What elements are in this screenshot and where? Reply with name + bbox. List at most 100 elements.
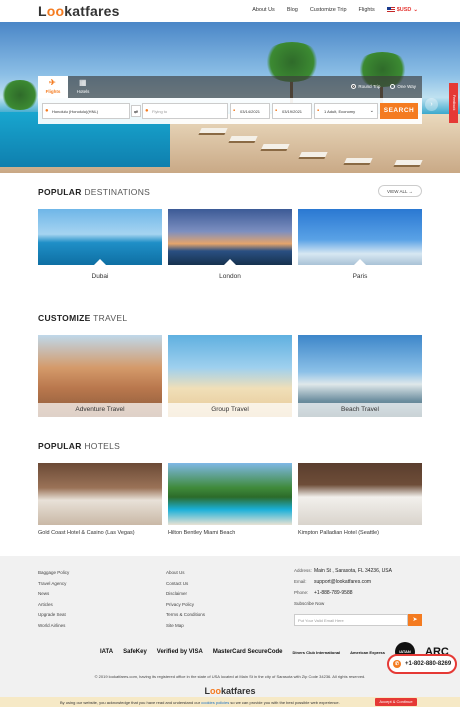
title-bold: POPULAR <box>38 187 82 197</box>
flight-search-form: ● Honolulu (Honolulu)(HNL) ⇄ ● Flying to… <box>38 98 422 124</box>
tab-flights-label: Flights <box>45 89 61 94</box>
feedback-tab[interactable]: Feedback <box>449 83 458 123</box>
footer-link[interactable]: Terms & Conditions <box>166 610 205 621</box>
destination-caption[interactable]: Paris <box>298 273 422 280</box>
customize-caption[interactable]: Adventure Travel <box>38 403 162 417</box>
header: Lookatfares About Us Blog Customize Trip… <box>0 0 460 22</box>
logo-o: oo <box>46 3 65 19</box>
one-way-label: One Way <box>397 84 416 89</box>
round-trip-label: Round Trip <box>358 84 381 89</box>
destination-card-dubai[interactable] <box>38 209 162 265</box>
iata-logo: IATA <box>100 649 114 655</box>
depart-date-field[interactable]: ▪ 03/14/2021 <box>230 103 270 119</box>
one-way-option[interactable]: One Way <box>390 84 416 90</box>
footer-links-col2: About Us Contact Us Disclaimer Privacy P… <box>166 568 205 631</box>
hotel-caption[interactable]: Kimpton Palladian Hotel (Seattle) <box>298 530 379 536</box>
title-bold: POPULAR <box>38 441 82 451</box>
footer-link[interactable]: Site Map <box>166 621 205 632</box>
subscribe-email-input[interactable]: Put Your Valid Email Here <box>294 614 408 626</box>
tab-flights[interactable]: ✈ Flights <box>38 76 68 98</box>
section-title-customize: CUSTOMIZE TRAVEL <box>38 313 127 323</box>
hotel-caption[interactable]: Hilton Bentley Miami Beach <box>168 530 235 536</box>
footer: Baggage Policy Travel Agency News Articl… <box>0 556 460 697</box>
view-all-label: VIEW ALL <box>386 189 408 194</box>
email-value[interactable]: support@lookatfares.com <box>314 579 371 585</box>
card-notch <box>94 259 106 265</box>
footer-link[interactable]: About Us <box>166 568 205 579</box>
view-all-button[interactable]: VIEW ALL → <box>378 185 422 197</box>
travellers-field[interactable]: ▪ 1 Adult, Economy ⌄ <box>314 103 378 119</box>
nav-about-us[interactable]: About Us <box>252 7 275 13</box>
search-button[interactable]: SEARCH <box>380 103 418 119</box>
footer-logo[interactable]: Lookatfares <box>0 686 460 696</box>
palm-tree <box>0 80 40 110</box>
destination-caption[interactable]: Dubai <box>38 273 162 280</box>
footer-link[interactable]: Baggage Policy <box>38 568 69 579</box>
amex-logo: American Express <box>350 649 386 655</box>
diners-club-logo: Diners Club International <box>292 649 341 655</box>
footer-link[interactable]: Articles <box>38 600 69 611</box>
destination-caption[interactable]: London <box>168 273 292 280</box>
round-trip-option[interactable]: Round Trip <box>351 84 381 90</box>
search-tabs: ✈ Flights ▦ Hotels <box>38 76 98 98</box>
chevron-down-icon: ⌄ <box>369 108 374 114</box>
site-logo[interactable]: Lookatfares <box>38 3 120 19</box>
cookie-text-2: so we can provide you with the best poss… <box>230 700 340 705</box>
email-label: Email: <box>294 579 307 584</box>
swap-icon[interactable]: ⇄ <box>131 105 141 117</box>
nav-flights[interactable]: Flights <box>359 7 375 13</box>
cookie-text: By using our website, you acknowledge th… <box>60 700 340 705</box>
copyright-text: © 2019 lookatfares.com, having its regis… <box>94 674 366 679</box>
phone-value[interactable]: +1-888-789-9588 <box>314 590 353 596</box>
nav-blog[interactable]: Blog <box>287 7 298 13</box>
logo-o: oo <box>209 686 221 696</box>
title-light: DESTINATIONS <box>84 187 151 197</box>
logo-suffix: katfares <box>220 686 256 696</box>
footer-link[interactable]: World Airlines <box>38 621 69 632</box>
lounger <box>198 128 228 135</box>
footer-link[interactable]: Travel Agency <box>38 579 69 590</box>
customize-caption[interactable]: Group Travel <box>168 403 292 417</box>
chevron-down-icon: ⌄ <box>413 7 418 13</box>
next-slide-icon[interactable]: › <box>425 98 438 111</box>
card-notch <box>354 259 366 265</box>
accept-cookies-button[interactable]: Accept & Continue <box>375 698 417 706</box>
verified-visa-logo: Verified by VISA <box>156 649 203 655</box>
logo-suffix: katfares <box>64 3 120 19</box>
support-phone: +1-802-880-8269 <box>405 661 452 667</box>
radio-selected-icon <box>351 84 357 90</box>
subscribe-label: Subscribe Now <box>294 601 325 606</box>
destination-card-london[interactable] <box>168 209 292 265</box>
currency-selector[interactable]: $USD ⌄ <box>386 7 418 13</box>
contact-info: Address: Main St , Sarasota, FL 34236, US… <box>294 568 392 611</box>
card-notch <box>224 259 236 265</box>
footer-link[interactable]: Disclaimer <box>166 589 205 600</box>
hotel-caption[interactable]: Gold Coast Hotel & Casino (Las Vegas) <box>38 530 135 536</box>
footer-link[interactable]: Upgrade Seat <box>38 610 69 621</box>
call-support-button[interactable]: ✆ +1-802-880-8269 <box>387 654 457 674</box>
footer-link[interactable]: Privacy Policy <box>166 600 205 611</box>
calendar-icon: ▪ <box>233 108 236 114</box>
destination-field[interactable]: ● Flying to <box>142 103 228 119</box>
hotel-card-hilton-bentley[interactable] <box>168 463 292 525</box>
hotel-card-gold-coast[interactable] <box>38 463 162 525</box>
footer-link[interactable]: Contact Us <box>166 579 205 590</box>
send-icon[interactable]: ➤ <box>408 614 422 626</box>
customize-caption[interactable]: Beach Travel <box>298 403 422 417</box>
radio-icon <box>390 84 396 90</box>
destination-card-paris[interactable] <box>298 209 422 265</box>
phone-label: Phone: <box>294 590 309 595</box>
cookie-policy-link[interactable]: cookies policies <box>201 700 229 705</box>
email-row: Email: support@lookatfares.com <box>294 579 392 585</box>
hotel-card-kimpton[interactable] <box>298 463 422 525</box>
nav-customize-trip[interactable]: Customize Trip <box>310 7 347 13</box>
return-date-field[interactable]: ▪ 03/19/2021 <box>272 103 312 119</box>
phone-icon: ✆ <box>393 660 401 668</box>
address-row: Address: Main St , Sarasota, FL 34236, US… <box>294 568 392 574</box>
footer-link[interactable]: News <box>38 589 69 600</box>
depart-date-value: 03/14/2021 <box>240 109 261 114</box>
section-title-destinations: POPULAR DESTINATIONS <box>38 187 150 197</box>
tab-hotels[interactable]: ▦ Hotels <box>68 76 98 98</box>
user-icon: ▪ <box>317 108 320 114</box>
origin-field[interactable]: ● Honolulu (Honolulu)(HNL) <box>42 103 130 119</box>
